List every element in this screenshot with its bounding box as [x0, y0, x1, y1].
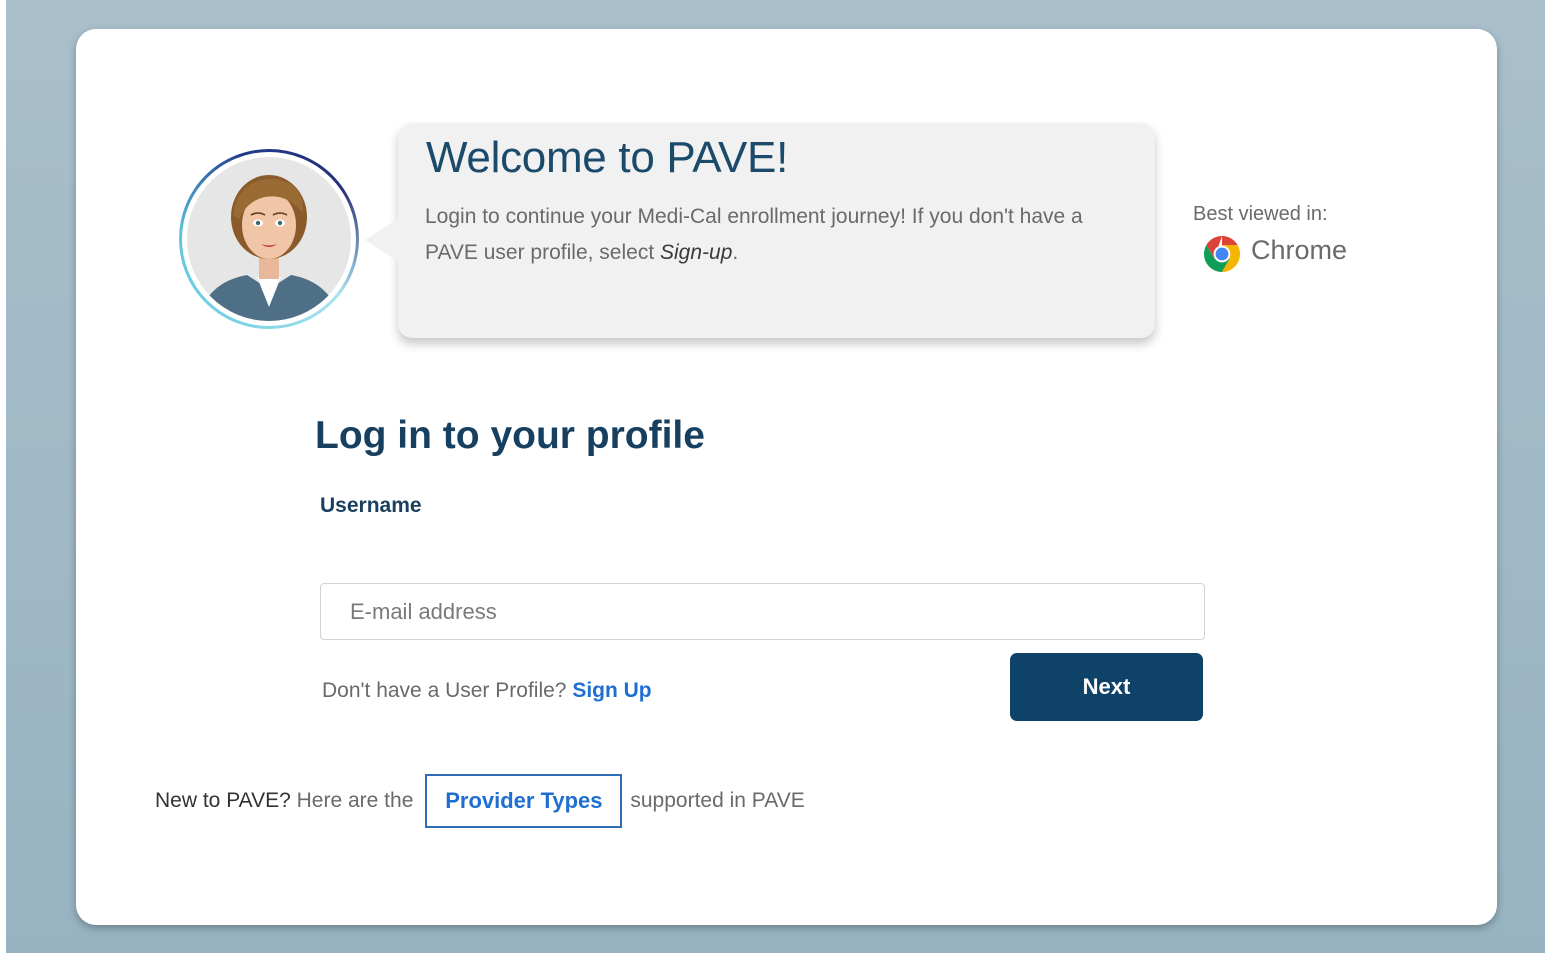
best-viewed-label: Best viewed in:: [1193, 203, 1328, 225]
welcome-text-end: .: [732, 241, 739, 264]
welcome-text: Login to continue your Medi-Cal enrollme…: [425, 199, 1125, 271]
email-input[interactable]: [320, 583, 1205, 640]
chrome-label: Chrome: [1251, 235, 1348, 265]
no-profile-label: Don't have a User Profile?: [322, 679, 567, 702]
welcome-title: Welcome to PAVE!: [426, 133, 789, 182]
welcome-text-main: Login to continue your Medi-Cal enrollme…: [425, 205, 1083, 264]
chrome-icon: [1203, 236, 1241, 272]
signup-link[interactable]: Sign Up: [572, 679, 651, 702]
new-to-pave-label: New to PAVE?: [155, 789, 291, 812]
login-card: Welcome to PAVE! Login to continue your …: [76, 29, 1497, 925]
provider-prefix-text: Here are the: [296, 789, 414, 812]
welcome-signup-reference: Sign-up: [660, 241, 733, 264]
username-label: Username: [320, 494, 422, 517]
avatar: [179, 149, 359, 329]
no-profile-text: Don't have a User Profile? Sign Up: [322, 679, 652, 703]
page-edge: [0, 0, 6, 953]
welcome-bubble-tail: [365, 218, 399, 262]
avatar-ring: [179, 149, 359, 329]
avatar-woman-icon: [187, 157, 351, 321]
login-title: Log in to your profile: [315, 414, 705, 457]
provider-types-button[interactable]: Provider Types: [425, 774, 623, 828]
provider-types-row: New to PAVE? Here are the Provider Types…: [155, 774, 805, 828]
provider-suffix-text: supported in PAVE: [630, 789, 805, 812]
next-button[interactable]: Next: [1010, 653, 1203, 721]
